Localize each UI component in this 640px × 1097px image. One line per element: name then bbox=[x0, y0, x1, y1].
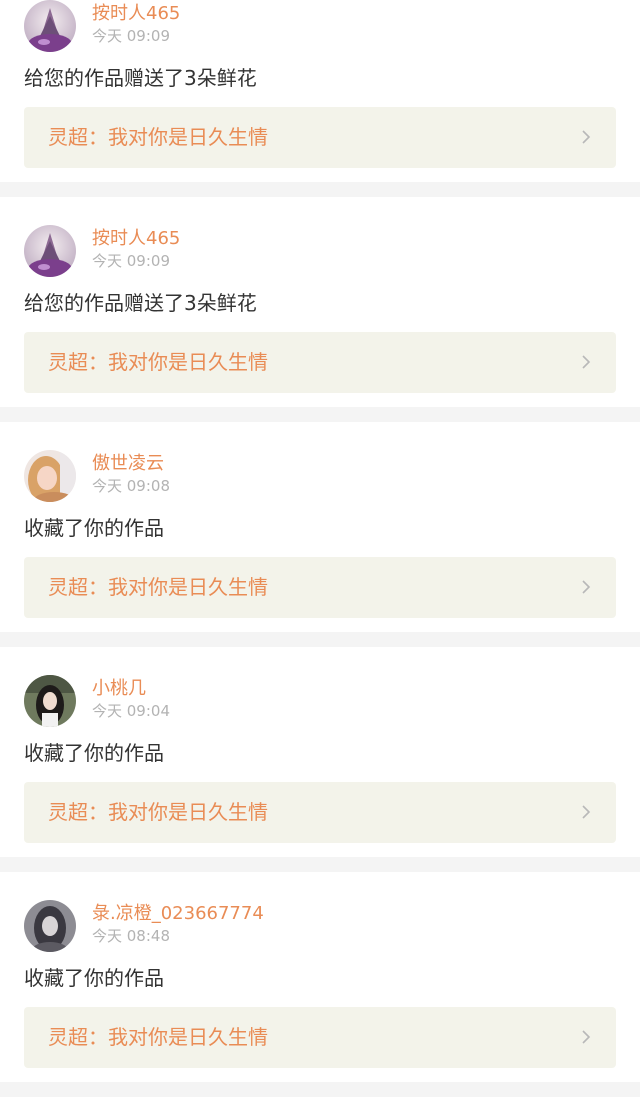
action-text: 给您的作品赠送了3朵鲜花 bbox=[24, 291, 257, 315]
avatar-dark-hair-girl-icon bbox=[24, 675, 76, 727]
user-name[interactable]: 小桃几 bbox=[92, 677, 146, 701]
notification-card: 小桃几 今天 09:04 收藏了你的作品 灵超：我对你是日久生情 bbox=[0, 647, 640, 857]
timestamp: 今天 08:48 bbox=[92, 927, 170, 945]
work-link[interactable]: 灵超：我对你是日久生情 bbox=[24, 557, 616, 618]
work-link[interactable]: 灵超：我对你是日久生情 bbox=[24, 107, 616, 168]
user-name[interactable]: 按时人465 bbox=[92, 2, 180, 26]
work-link[interactable]: 灵超：我对你是日久生情 bbox=[24, 332, 616, 393]
work-title: 灵超：我对你是日久生情 bbox=[48, 350, 268, 374]
work-link[interactable]: 灵超：我对你是日久生情 bbox=[24, 782, 616, 843]
avatar-grey-portrait-icon bbox=[24, 900, 76, 952]
chevron-right-icon bbox=[578, 1029, 594, 1045]
user-name[interactable]: 傲世凌云 bbox=[92, 452, 164, 476]
timestamp: 今天 09:04 bbox=[92, 702, 170, 720]
notification-card: 按时人465 今天 09:09 给您的作品赠送了3朵鲜花 灵超：我对你是日久生情 bbox=[0, 197, 640, 407]
action-text: 收藏了你的作品 bbox=[24, 516, 164, 540]
user-avatar[interactable] bbox=[24, 0, 76, 52]
chevron-right-icon bbox=[578, 804, 594, 820]
action-text: 给您的作品赠送了3朵鲜花 bbox=[24, 66, 257, 90]
notification-feed: 按时人465 今天 09:09 给您的作品赠送了3朵鲜花 灵超：我对你是日久生情 bbox=[0, 0, 640, 1097]
timestamp: 今天 09:09 bbox=[92, 252, 170, 270]
avatar-blonde-girl-icon bbox=[24, 450, 76, 502]
action-text: 收藏了你的作品 bbox=[24, 966, 164, 990]
user-name[interactable]: 按时人465 bbox=[92, 227, 180, 251]
timestamp: 今天 09:08 bbox=[92, 477, 170, 495]
avatar-purple-castle-icon bbox=[24, 225, 76, 277]
chevron-right-icon bbox=[578, 129, 594, 145]
user-avatar[interactable] bbox=[24, 225, 76, 277]
work-title: 灵超：我对你是日久生情 bbox=[48, 125, 268, 149]
timestamp: 今天 09:09 bbox=[92, 27, 170, 45]
work-title: 灵超：我对你是日久生情 bbox=[48, 575, 268, 599]
notification-card: 彔.凉橙_023667774 今天 08:48 收藏了你的作品 灵超：我对你是日… bbox=[0, 872, 640, 1082]
user-avatar[interactable] bbox=[24, 675, 76, 727]
notification-card: 傲世凌云 今天 09:08 收藏了你的作品 灵超：我对你是日久生情 bbox=[0, 422, 640, 632]
work-link[interactable]: 灵超：我对你是日久生情 bbox=[24, 1007, 616, 1068]
avatar-purple-castle-icon bbox=[24, 0, 76, 52]
work-title: 灵超：我对你是日久生情 bbox=[48, 1025, 268, 1049]
work-title: 灵超：我对你是日久生情 bbox=[48, 800, 268, 824]
chevron-right-icon bbox=[578, 579, 594, 595]
user-name[interactable]: 彔.凉橙_023667774 bbox=[92, 902, 264, 926]
action-text: 收藏了你的作品 bbox=[24, 741, 164, 765]
chevron-right-icon bbox=[578, 354, 594, 370]
user-avatar[interactable] bbox=[24, 450, 76, 502]
user-avatar[interactable] bbox=[24, 900, 76, 952]
notification-card: 按时人465 今天 09:09 给您的作品赠送了3朵鲜花 灵超：我对你是日久生情 bbox=[0, 0, 640, 182]
